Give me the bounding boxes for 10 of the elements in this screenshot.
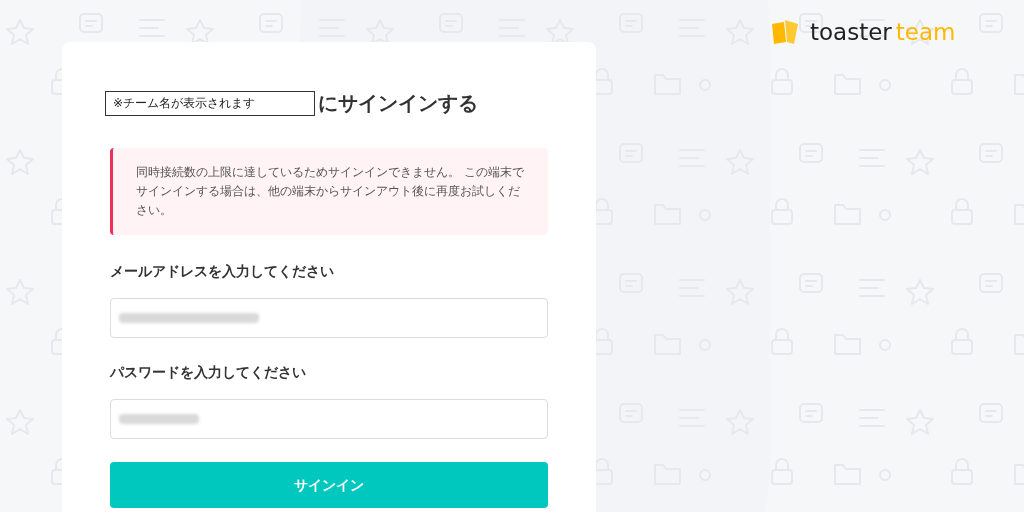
- page-heading: にサインインする: [318, 90, 478, 117]
- field-label: パスワードを入力してください: [110, 363, 307, 382]
- email-field[interactable]: [110, 298, 548, 338]
- logo-text: toaster: [810, 20, 892, 44]
- team-name-field: ※チーム名が表示されます: [105, 90, 315, 116]
- sign-in-button[interactable]: サインイン: [110, 462, 548, 508]
- password-field[interactable]: [110, 399, 548, 439]
- logo-text: team: [895, 20, 956, 44]
- field-label: メールアドレスを入力してください: [110, 262, 335, 281]
- alert-message: 同時接続数の上限に達しているためサインインできません。 この端末でサインインする場合は、他の端末からサインアウト後に再度お試しください。: [136, 164, 525, 219]
